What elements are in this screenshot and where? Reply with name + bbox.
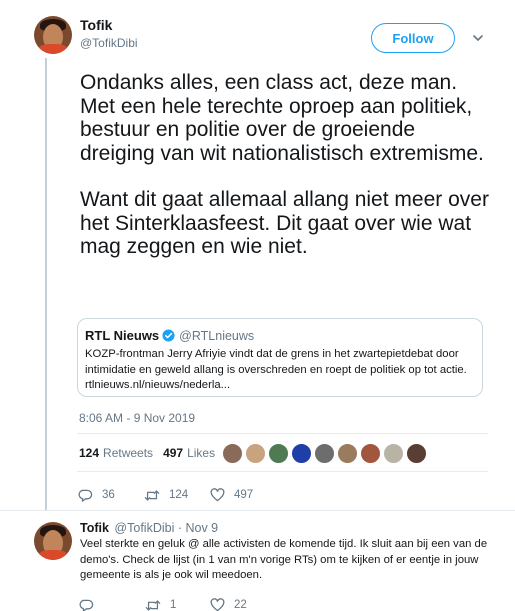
author-name[interactable]: Tofik [80, 17, 112, 33]
heart-icon [210, 488, 225, 502]
tweet-text: Ondanks alles, een class act, deze man. … [80, 71, 490, 259]
retweet-count: 1 [170, 599, 177, 611]
retweet-action[interactable]: 124 [144, 487, 188, 503]
liker-avatar[interactable] [314, 443, 335, 464]
liker-avatar[interactable] [383, 443, 404, 464]
reply-date[interactable]: Nov 9 [185, 521, 218, 535]
reply-separator: · [174, 521, 186, 535]
likers-avatars [222, 443, 429, 464]
quoted-author-name: RTL Nieuws [85, 328, 160, 343]
like-action[interactable]: 22 [210, 597, 247, 611]
avatar[interactable] [34, 16, 72, 54]
liker-avatar[interactable] [268, 443, 289, 464]
liker-avatar[interactable] [337, 443, 358, 464]
liker-avatar[interactable] [245, 443, 266, 464]
tweet-timestamp[interactable]: 8:06 AM - 9 Nov 2019 [79, 411, 195, 425]
main-tweet: Tofik @TofikDibi Follow Ondanks alles, e… [0, 0, 515, 512]
likes-stat[interactable]: 497 Likes [163, 446, 215, 460]
retweets-count: 124 [79, 446, 100, 460]
liker-avatar[interactable] [406, 443, 427, 464]
chevron-down-icon[interactable] [472, 33, 484, 43]
liker-avatar[interactable] [360, 443, 381, 464]
liker-avatar[interactable] [291, 443, 312, 464]
tweet-paragraph: Ondanks alles, een class act, deze man. … [80, 71, 484, 165]
retweet-action[interactable]: 1 [145, 597, 176, 611]
tweet-paragraph: Want dit gaat allemaal allang niet meer … [80, 188, 489, 258]
tweet-stats: 124 Retweets 497 Likes [79, 446, 215, 460]
like-action[interactable]: 497 [210, 487, 253, 503]
quoted-tweet[interactable]: RTL Nieuws @RTLnieuws KOZP-frontman Jerr… [77, 318, 483, 397]
heart-icon [210, 598, 225, 611]
retweets-label: Retweets [103, 446, 154, 460]
likes-count: 497 [163, 446, 184, 460]
divider [77, 433, 488, 434]
reply-author-handle[interactable]: @TofikDibi [114, 521, 174, 535]
reply-count: 36 [102, 489, 115, 501]
like-count: 22 [234, 599, 247, 611]
reply-action[interactable]: 36 [78, 487, 115, 503]
reply-icon [78, 489, 93, 502]
retweet-icon [144, 489, 160, 501]
liker-avatar[interactable] [222, 443, 243, 464]
author-handle[interactable]: @TofikDibi [80, 36, 138, 50]
likes-label: Likes [187, 446, 216, 460]
retweets-stat[interactable]: 124 Retweets [79, 446, 153, 460]
avatar[interactable] [34, 522, 72, 560]
reply-text: Veel sterkte en geluk @ alle activisten … [80, 538, 488, 581]
verified-badge-icon [162, 329, 175, 342]
reply-author-name[interactable]: Tofik [80, 521, 109, 535]
quoted-author-handle: @RTLnieuws [179, 328, 255, 343]
retweet-count: 124 [169, 489, 189, 501]
avatar-shirt [38, 44, 68, 54]
quoted-tweet-header: RTL Nieuws @RTLnieuws [85, 328, 254, 343]
quoted-tweet-text: KOZP-frontman Jerry Afriyie vindt dat de… [85, 348, 467, 391]
avatar-shirt [38, 550, 68, 560]
like-count: 497 [234, 489, 254, 501]
reply-header: Tofik @TofikDibi · Nov 9 [80, 521, 218, 535]
reply-icon [79, 599, 94, 611]
retweet-icon [145, 599, 161, 611]
divider [77, 471, 488, 472]
reply-action[interactable] [79, 597, 103, 611]
divider [0, 510, 515, 511]
follow-button[interactable]: Follow [371, 23, 455, 53]
